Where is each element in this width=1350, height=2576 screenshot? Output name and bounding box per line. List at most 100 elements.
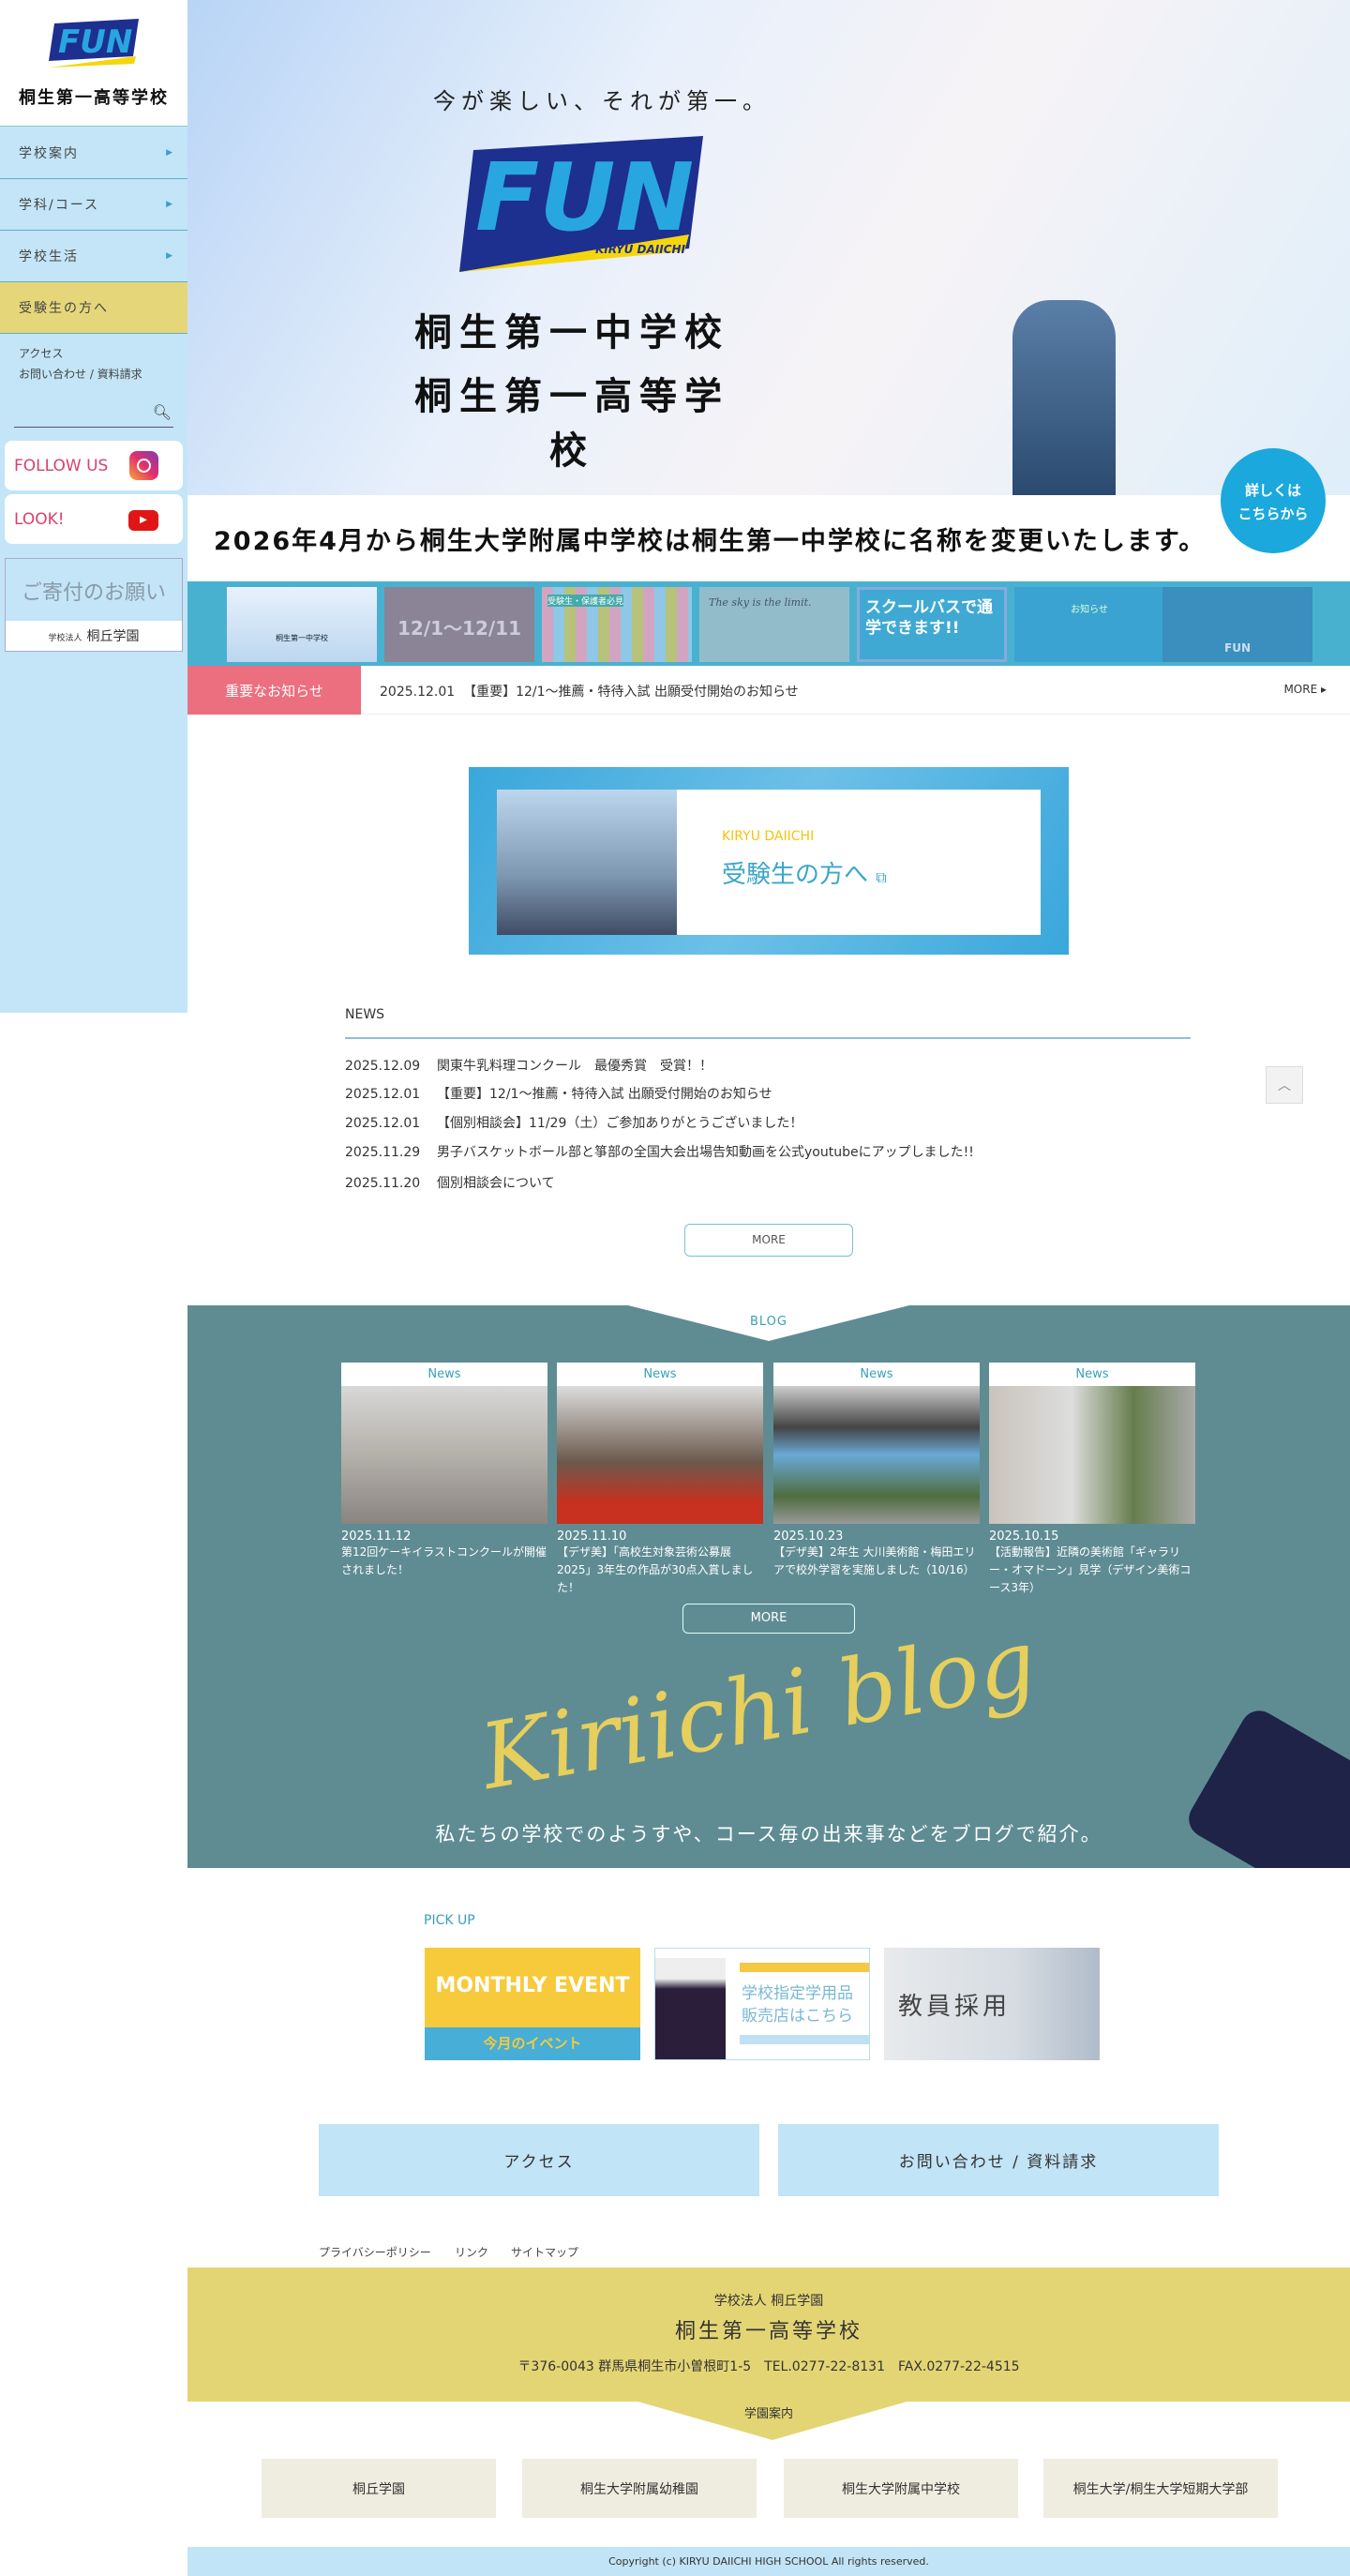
blog-caption: 私たちの学校でのようすや、コース毎の出来事などをブログで紹介。: [435, 1823, 1102, 1845]
news-divider: [345, 1037, 1191, 1039]
footer-info: 学校法人 桐丘学園 桐生第一高等学校 〒376-0043 群馬県桐生市小曽根町1…: [188, 2267, 1350, 2402]
sitemap-link[interactable]: サイトマップ: [511, 2244, 578, 2260]
triangle-right-icon: ▶: [166, 148, 174, 158]
sidebar-logo[interactable]: FUN 桐生第一高等学校: [0, 0, 188, 127]
hero-tagline: 今が楽しい、それが第一。: [433, 88, 771, 114]
hero-title-2: 桐生第一高等学校: [414, 375, 729, 473]
blog-more-button[interactable]: MORE: [682, 1604, 855, 1634]
hero: 今が楽しい、それが第一。 FUN KIRYU DAIICHI 桐生第一中学校 桐…: [188, 0, 1350, 495]
notice-label: 重要なお知らせ: [188, 666, 361, 715]
news-item[interactable]: 2025.12.01 【重要】12/1〜推薦・特待入試 出願受付開始のお知らせ: [345, 1084, 772, 1103]
news-item[interactable]: 2025.11.20 個別相談会について: [345, 1173, 555, 1192]
donation-org: 桐丘学園: [86, 629, 140, 644]
youtube-button[interactable]: LOOK! ▶: [5, 494, 183, 544]
nav-applicants[interactable]: 受験生の方へ: [0, 282, 188, 334]
search-icon[interactable]: 🔍︎: [153, 403, 172, 421]
contact-link[interactable]: お問い合わせ / 資料請求: [19, 366, 142, 382]
notice-date: 2025.12.01: [380, 685, 456, 700]
donation-org-prefix: 学校法人: [48, 634, 82, 643]
cta-line: 詳しくは: [1244, 482, 1301, 499]
notice-more-link[interactable]: MORE ▸: [1283, 683, 1327, 696]
blog-section: BLOG News 2025.11.12 第12回ケーキイラストコンクールが開催され…: [188, 1305, 1350, 1868]
links-link[interactable]: リンク: [455, 2244, 488, 2260]
notice-text: 【重要】12/1〜推薦・特待入試 出願受付開始のお知らせ: [463, 685, 799, 700]
nav-label: 学科/コース: [19, 198, 100, 213]
banner-slide[interactable]: 12/1〜12/11: [384, 587, 534, 662]
instagram-button[interactable]: FOLLOW US: [5, 441, 183, 490]
nav-label: 学校案内: [19, 146, 79, 161]
nav-school-life[interactable]: 学校生活 ▶: [0, 231, 188, 282]
group-link[interactable]: 桐丘学園: [262, 2459, 496, 2518]
blog-card[interactable]: News 2025.11.10 【デザ美】「高校生対象芸術公募展2025」3年生の作…: [557, 1363, 763, 1597]
admissions-banner[interactable]: KIRYU DAIICHI 受験生の方へ ⧉: [469, 767, 1069, 955]
group-link[interactable]: 桐生大学附属中学校: [784, 2459, 1018, 2518]
uniform-shop-tile[interactable]: 学校指定学用品 販売店はこちら: [654, 1948, 870, 2060]
access-link[interactable]: アクセス: [19, 345, 63, 361]
details-button[interactable]: 詳しくは こちらから: [1221, 448, 1326, 553]
news-more-button[interactable]: MORE: [684, 1224, 853, 1257]
important-notice-bar: 重要なお知らせ 2025.12.01 【重要】12/1〜推薦・特待入試 出願受付…: [188, 666, 1350, 715]
follow-label: FOLLOW US: [14, 456, 109, 475]
news-item[interactable]: 2025.11.29 男子バスケットボール部と箏部の全国大会出場告知動画を公式yo…: [345, 1142, 974, 1161]
nav-label: 学校生活: [19, 249, 79, 264]
banner-carousel: 桐生第一中学校 12/1〜12/11 受験生・保護者必見 The sky is …: [188, 581, 1350, 666]
contact-button[interactable]: お問い合わせ / 資料請求: [778, 2124, 1219, 2196]
search-input[interactable]: 🔍︎: [14, 403, 173, 428]
news-heading: NEWS: [345, 1007, 385, 1022]
chevron-up-icon: ︿: [1278, 1078, 1291, 1093]
monthly-sub: 今月のイベント: [425, 2027, 640, 2060]
svg-text:FUN: FUN: [475, 143, 694, 252]
look-label: LOOK!: [14, 509, 65, 529]
hero-title-1: 桐生第一中学校: [414, 311, 729, 354]
svg-text:FUN: FUN: [58, 23, 132, 61]
news-item[interactable]: 2025.12.01 【個別相談会】11/29（土）ご参加ありがとうございました！: [345, 1113, 802, 1132]
nav-courses[interactable]: 学科/コース ▶: [0, 179, 188, 231]
nav-label: 受験生の方へ: [19, 301, 109, 316]
nav-school-guide[interactable]: 学校案内 ▶: [0, 128, 188, 179]
monthly-event-tile[interactable]: MONTHLY EVENT 今月のイベント: [425, 1948, 640, 2060]
youtube-icon: ▶: [128, 510, 158, 531]
banner-slide[interactable]: FUN: [1162, 587, 1312, 662]
privacy-link[interactable]: プライバシーポリシー: [319, 2244, 431, 2260]
blog-script-title: Kiriichi blog: [472, 1608, 1044, 1811]
student-photo: [1012, 300, 1116, 495]
blog-card[interactable]: News 2025.10.15 【活動報告】近隣の美術館「ギャラリー・オマドーン」見…: [989, 1363, 1195, 1597]
monthly-title: MONTHLY EVENT: [435, 1974, 630, 1997]
teacher-recruitment-tile[interactable]: 教員採用: [884, 1948, 1100, 2060]
donation-banner[interactable]: ご寄付のお願い 学校法人 桐丘学園: [5, 558, 183, 652]
logo-sub: KIRYU DAIICHI: [595, 243, 686, 256]
banner-slide[interactable]: 受験生・保護者必見: [542, 587, 692, 662]
students-photo: [497, 790, 677, 935]
group-link[interactable]: 桐生大学附属幼稚園: [522, 2459, 757, 2518]
banner-slide[interactable]: スクールバスで通学できます!!: [857, 587, 1007, 662]
fun-logo-icon: FUN: [49, 19, 139, 68]
access-button[interactable]: アクセス: [319, 2124, 759, 2196]
recruit-label: 教員採用: [898, 1993, 1012, 2021]
school-name: 桐生第一高等学校: [19, 88, 169, 108]
external-link-icon: ⧉: [876, 868, 887, 886]
notice-item[interactable]: 2025.12.01 【重要】12/1〜推薦・特待入試 出願受付開始のお知らせ: [380, 682, 799, 700]
banner-slide[interactable]: The sky is the limit.: [699, 587, 849, 662]
cta-line: こちらから: [1238, 505, 1309, 522]
banner-slide[interactable]: お知らせ: [1014, 587, 1164, 662]
news-item[interactable]: 2025.12.09 関東牛乳料理コンクール 最優秀賞 受賞！！: [345, 1056, 712, 1075]
triangle-right-icon: ▶: [166, 200, 174, 209]
triangle-right-icon: ▶: [166, 251, 174, 261]
announcement-headline[interactable]: 2026年4月から桐生大学附属中学校は桐生第一中学校に名称を変更いたします。: [214, 520, 1206, 557]
sidebar: FUN 桐生第一高等学校 学校案内 ▶ 学科/コース ▶ 学校生活 ▶ 受験生の方へ …: [0, 0, 188, 1013]
admissions-sub: KIRYU DAIICHI: [722, 829, 815, 844]
scroll-top-button[interactable]: ︿: [1266, 1066, 1303, 1104]
blog-heading: BLOG: [749, 1315, 788, 1329]
group-link[interactable]: 桐生大学/桐生大学短期大学部: [1043, 2459, 1278, 2518]
instagram-icon: [129, 451, 158, 480]
footer-address: 〒376-0043 群馬県桐生市小曽根町1-5 TEL.0277-22-8131…: [518, 2359, 1020, 2374]
admissions-title: 受験生の方へ ⧉: [722, 861, 887, 889]
blog-card[interactable]: News 2025.10.23 【デザ美】2年生 大川美術館・梅田エリアで校外学習を…: [773, 1363, 980, 1579]
copyright: Copyright (c) KIRYU DAIICHI HIGH SCHOOL …: [188, 2547, 1350, 2576]
footer-school: 桐生第一高等学校: [674, 2320, 862, 2343]
fun-logo-icon: FUN KIRYU DAIICHI: [459, 136, 703, 272]
banner-slide[interactable]: 桐生第一中学校: [227, 587, 377, 662]
footer-org: 学校法人 桐丘学園: [713, 2294, 824, 2309]
group-heading: 学園案内: [743, 2407, 793, 2421]
blog-card[interactable]: News 2025.11.12 第12回ケーキイラストコンクールが開催されました！: [341, 1363, 548, 1579]
